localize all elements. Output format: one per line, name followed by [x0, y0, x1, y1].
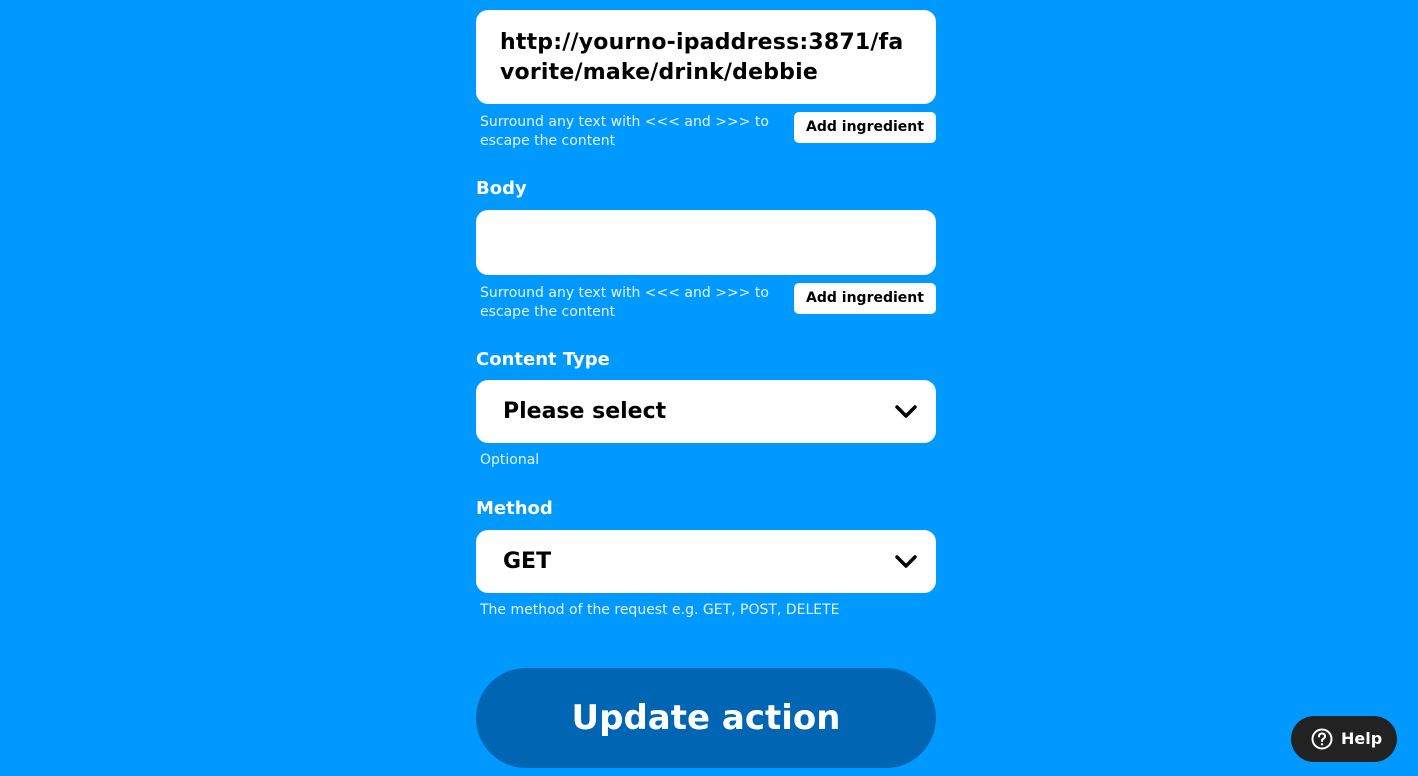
content-type-label: Content Type: [476, 349, 610, 370]
update-action-button[interactable]: Update action: [476, 668, 936, 768]
url-add-ingredient-button[interactable]: Add ingredient: [794, 112, 936, 143]
url-field-value[interactable]: http://yourno-ipaddress:3871/favorite/ma…: [500, 28, 912, 88]
url-field-helper: Surround any text with <<< and >>> to es…: [480, 114, 769, 149]
body-field[interactable]: [476, 210, 936, 275]
help-label: Help: [1341, 729, 1383, 748]
content-type-select[interactable]: Please select: [476, 380, 936, 443]
method-helper: The method of the request e.g. GET, POST…: [480, 602, 840, 618]
chevron-down-icon: [895, 555, 917, 568]
body-label: Body: [476, 178, 527, 199]
url-field[interactable]: http://yourno-ipaddress:3871/favorite/ma…: [476, 10, 936, 104]
body-field-helper: Surround any text with <<< and >>> to es…: [480, 285, 769, 320]
question-circle-icon: [1311, 728, 1333, 750]
body-add-ingredient-button[interactable]: Add ingredient: [794, 283, 936, 314]
method-select[interactable]: GET: [476, 530, 936, 593]
content-type-helper: Optional: [480, 452, 540, 468]
method-label: Method: [476, 498, 553, 519]
content-type-selected-value: Please select: [503, 399, 667, 424]
chevron-down-icon: [895, 405, 917, 418]
method-selected-value: GET: [503, 549, 552, 574]
help-button[interactable]: Help: [1291, 716, 1397, 762]
